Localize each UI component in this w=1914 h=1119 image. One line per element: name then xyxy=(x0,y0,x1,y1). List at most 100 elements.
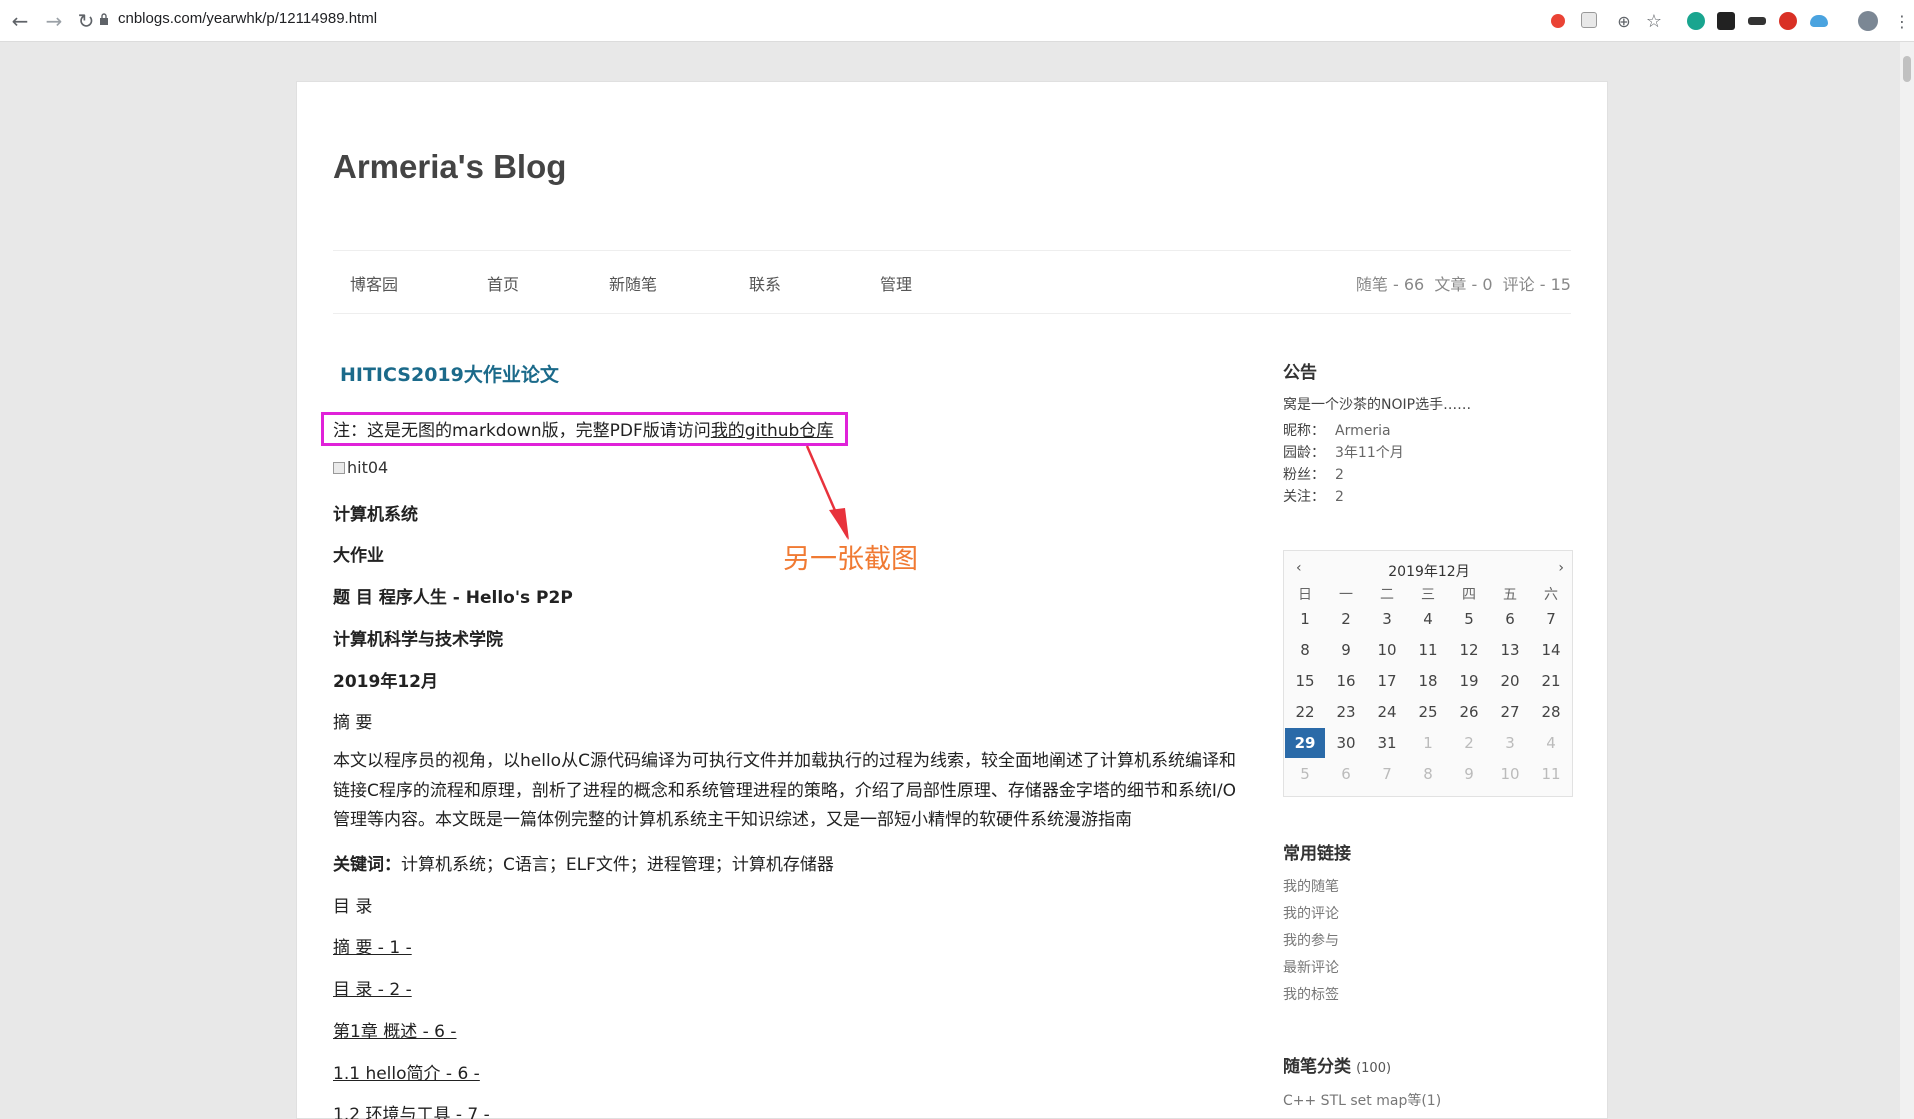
info-following: 关注： 2 xyxy=(1283,486,1344,506)
nav-admin[interactable]: 管理 xyxy=(880,271,912,295)
nav-contact[interactable]: 联系 xyxy=(749,271,781,295)
calendar-weekday: 二 xyxy=(1380,587,1394,603)
info-value[interactable]: 2 xyxy=(1335,489,1344,505)
links-title: 常用链接 xyxy=(1283,844,1351,864)
extension-dollar-icon[interactable] xyxy=(1717,12,1735,30)
toc-heading: 目 录 xyxy=(333,897,373,917)
calendar-weekday: 六 xyxy=(1544,587,1558,603)
address-bar[interactable]: cnblogs.com/yearwhk/p/12114989.html xyxy=(118,10,377,27)
translate-icon[interactable] xyxy=(1581,12,1597,28)
reload-icon[interactable]: ↻ xyxy=(74,9,98,33)
extension-m-icon[interactable] xyxy=(1687,12,1705,30)
cloud-icon[interactable] xyxy=(1810,15,1828,27)
calendar-day: 6 xyxy=(1341,765,1351,783)
zoom-icon[interactable]: ⊕ xyxy=(1612,9,1636,33)
blog-stats: 随笔 - 66 文章 - 0 评论 - 15 xyxy=(1355,275,1571,294)
calendar-day[interactable]: 7 xyxy=(1531,604,1571,634)
calendar-day[interactable]: 31 xyxy=(1367,728,1407,758)
calendar-day[interactable]: 21 xyxy=(1531,666,1571,696)
line-date: 2019年12月 xyxy=(333,672,438,692)
abstract-heading: 摘 要 xyxy=(333,713,373,733)
calendar-day: 11 xyxy=(1541,765,1561,783)
calendar-day[interactable]: 4 xyxy=(1408,604,1448,634)
calendar-day[interactable]: 19 xyxy=(1449,666,1489,696)
calendar-day: 2 xyxy=(1464,734,1474,752)
nav-cnblogs[interactable]: 博客园 xyxy=(350,271,398,295)
calendar-day[interactable]: 6 xyxy=(1490,604,1530,634)
calendar-day: 8 xyxy=(1423,765,1433,783)
calendar-day[interactable]: 27 xyxy=(1490,697,1530,727)
category-item[interactable]: C++ STL set map等(1) xyxy=(1283,1090,1441,1110)
forward-icon[interactable]: → xyxy=(42,9,66,33)
menu-icon[interactable]: ⋮ xyxy=(1890,9,1914,33)
calendar-day[interactable]: 2 xyxy=(1326,604,1366,634)
calendar-day[interactable]: 30 xyxy=(1326,728,1366,758)
calendar-day[interactable]: 8 xyxy=(1285,635,1325,665)
scroll-thumb[interactable] xyxy=(1903,56,1911,82)
calendar-day[interactable]: 14 xyxy=(1531,635,1571,665)
extension-glasses-icon[interactable] xyxy=(1748,17,1766,25)
toc-link[interactable]: 1.1 hello简介 - 6 - xyxy=(333,1059,480,1084)
calendar-day[interactable]: 17 xyxy=(1367,666,1407,696)
calendar-day[interactable]: 29 xyxy=(1285,728,1325,758)
info-label: 园龄： xyxy=(1283,445,1325,461)
calendar-day[interactable]: 16 xyxy=(1326,666,1366,696)
calendar-next-icon[interactable]: › xyxy=(1558,560,1564,576)
annotation-text: 另一张截图 xyxy=(783,544,918,575)
info-label: 昵称： xyxy=(1283,423,1325,439)
info-value[interactable]: 3年11个月 xyxy=(1335,445,1404,461)
link-my-posts[interactable]: 我的随笔 xyxy=(1283,876,1339,896)
calendar-day[interactable]: 23 xyxy=(1326,697,1366,727)
page-scrollbar[interactable] xyxy=(1900,42,1914,1119)
lock-icon xyxy=(100,13,108,25)
calendar-day[interactable]: 28 xyxy=(1531,697,1571,727)
keywords-text: 计算机系统；C语言；ELF文件；进程管理；计算机存储器 xyxy=(401,855,834,875)
link-my-tags[interactable]: 我的标签 xyxy=(1283,984,1339,1004)
calendar-day[interactable]: 26 xyxy=(1449,697,1489,727)
toc-link[interactable]: 1.2 环境与工具 - 7 - xyxy=(333,1100,490,1119)
nav-home[interactable]: 首页 xyxy=(487,271,519,295)
post-image-placeholder: hit04 xyxy=(333,458,388,477)
category-header: 随笔分类 (100) xyxy=(1283,1052,1391,1077)
category-title: 随笔分类 xyxy=(1283,1057,1351,1077)
calendar-day[interactable]: 9 xyxy=(1326,635,1366,665)
notice-text: 窝是一个沙茶的NOIP选手…… xyxy=(1283,397,1472,413)
calendar-title: 2019年12月 xyxy=(1388,564,1470,580)
back-icon[interactable]: ← xyxy=(8,9,32,33)
link-my-participation[interactable]: 我的参与 xyxy=(1283,930,1339,950)
info-value[interactable]: Armeria xyxy=(1335,423,1391,439)
blog-title[interactable]: Armeria's Blog xyxy=(333,148,566,186)
info-value[interactable]: 2 xyxy=(1335,467,1344,483)
calendar-day[interactable]: 5 xyxy=(1449,604,1489,634)
block-icon[interactable] xyxy=(1551,14,1565,28)
calendar-day[interactable]: 24 xyxy=(1367,697,1407,727)
calendar-day[interactable]: 12 xyxy=(1449,635,1489,665)
calendar-day[interactable]: 11 xyxy=(1408,635,1448,665)
keywords-label: 关键词： xyxy=(333,855,401,875)
line-topic: 题 目 程序人生 - Hello's P2P xyxy=(333,588,573,608)
toc-link[interactable]: 第1章 概述 - 6 - xyxy=(333,1017,457,1042)
calendar-day[interactable]: 13 xyxy=(1490,635,1530,665)
bookmark-star-icon[interactable]: ☆ xyxy=(1642,9,1666,33)
link-my-comments[interactable]: 我的评论 xyxy=(1283,903,1339,923)
category-count: (100) xyxy=(1356,1061,1392,1076)
toc-link[interactable]: 摘 要 - 1 - xyxy=(333,933,412,958)
calendar-day[interactable]: 10 xyxy=(1367,635,1407,665)
info-followers: 粉丝： 2 xyxy=(1283,464,1344,484)
link-latest-comments[interactable]: 最新评论 xyxy=(1283,957,1339,977)
nav-new-post[interactable]: 新随笔 xyxy=(609,271,657,295)
calendar-day: 3 xyxy=(1505,734,1515,752)
avatar[interactable] xyxy=(1858,11,1878,31)
toc-link[interactable]: 目 录 - 2 - xyxy=(333,975,412,1000)
post-title[interactable]: HITICS2019大作业论文 xyxy=(340,360,559,387)
calendar-day[interactable]: 18 xyxy=(1408,666,1448,696)
calendar-day[interactable]: 3 xyxy=(1367,604,1407,634)
calendar-day[interactable]: 15 xyxy=(1285,666,1325,696)
calendar-day[interactable]: 22 xyxy=(1285,697,1325,727)
info-label: 关注： xyxy=(1283,489,1325,505)
line-assignment: 大作业 xyxy=(333,546,384,566)
calendar-day[interactable]: 1 xyxy=(1285,604,1325,634)
extension-red-icon[interactable] xyxy=(1779,12,1797,30)
calendar-day[interactable]: 25 xyxy=(1408,697,1448,727)
calendar-day[interactable]: 20 xyxy=(1490,666,1530,696)
